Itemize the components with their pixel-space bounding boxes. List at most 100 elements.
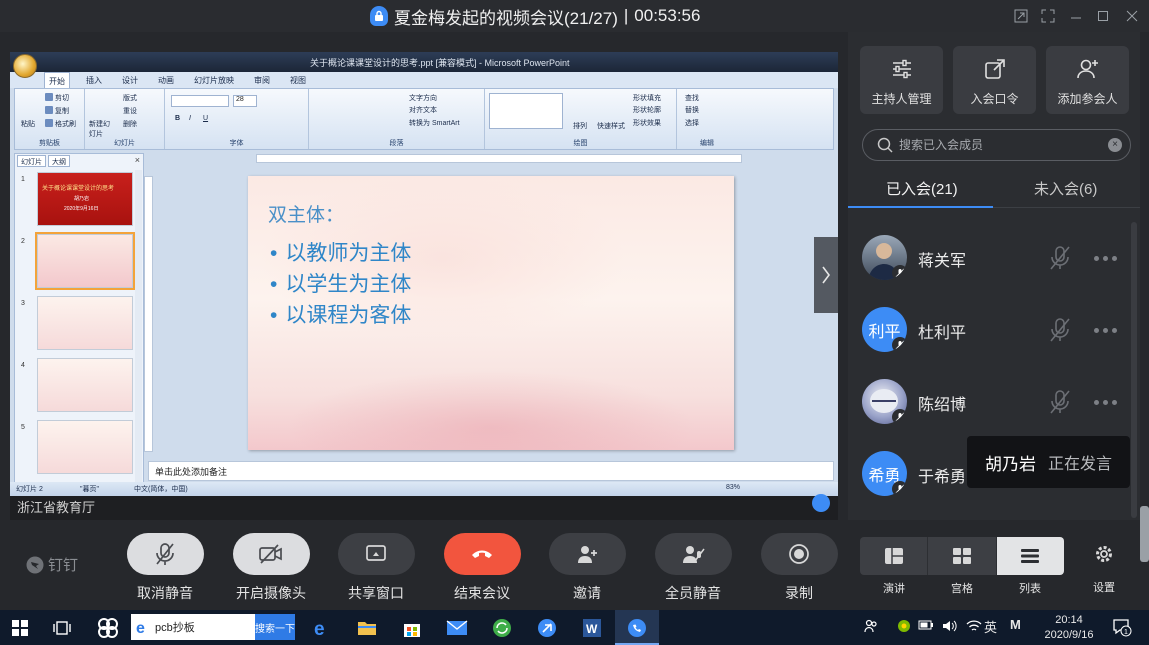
more-options-icon[interactable] (1094, 400, 1117, 405)
taskbar-app-store[interactable] (400, 616, 424, 640)
mute-all-button[interactable]: 全员静音 (648, 533, 738, 603)
member-row[interactable]: 陈绍博 (862, 376, 1132, 428)
window-edge-handle[interactable] (1140, 506, 1149, 562)
taskbar-app-mail[interactable] (445, 616, 469, 640)
ribbon-delete-button[interactable]: 删除 (123, 119, 137, 129)
taskbar-app-dingtalk-active[interactable] (615, 610, 659, 645)
ime-mode-indicator[interactable]: M (1010, 617, 1021, 632)
taskbar-app-feather[interactable] (535, 616, 559, 640)
taskbar-app-sync[interactable] (490, 616, 514, 640)
italic-icon[interactable]: I (189, 115, 191, 122)
ppt-tab-view[interactable]: 视图 (286, 72, 310, 88)
minimize-icon[interactable] (1066, 6, 1086, 26)
ribbon-shape-outline-button[interactable]: 形状轮廓 (633, 105, 661, 115)
picture-in-picture-icon[interactable] (1011, 6, 1031, 26)
slide-thumbnail-4[interactable] (37, 358, 133, 412)
ribbon-shape-fill-button[interactable]: 形状填充 (633, 93, 661, 103)
font-size-select[interactable]: 28 (233, 95, 257, 107)
camera-button[interactable]: 开启摄像头 (226, 533, 316, 603)
slide-thumbnail-5[interactable] (37, 420, 133, 474)
underline-icon[interactable]: U (203, 115, 208, 122)
ribbon-layout-button[interactable]: 版式 (123, 93, 137, 103)
font-name-select[interactable] (171, 95, 229, 107)
taskbar-search-input[interactable] (151, 616, 251, 638)
ime-language-indicator[interactable]: 英 (984, 617, 997, 636)
ppt-tab-slideshow[interactable]: 幻灯片放映 (190, 72, 238, 88)
invite-button[interactable]: 邀请 (542, 533, 632, 603)
ribbon-copy-button[interactable]: 复制 (45, 106, 69, 116)
ribbon-replace-button[interactable]: 替换 (685, 105, 699, 115)
taskbar-search-button[interactable]: 搜索一下 (255, 614, 295, 640)
ribbon-find-button[interactable]: 查找 (685, 93, 699, 103)
host-management-button[interactable]: 主持人管理 (860, 46, 943, 114)
ribbon-text-direction-button[interactable]: 文字方向 (409, 93, 437, 103)
bold-icon[interactable]: B (175, 115, 180, 122)
taskbar-app-edge[interactable]: e (310, 616, 334, 640)
mic-muted-icon[interactable] (1048, 389, 1072, 415)
layout-speaker-button[interactable] (860, 537, 929, 575)
meeting-password-button[interactable]: 入会口令 (953, 46, 1036, 114)
notes-pane[interactable]: 单击此处添加备注 (148, 461, 834, 481)
thumbnail-scrollbar[interactable] (135, 170, 142, 490)
shared-screen[interactable]: 关于概论课课堂设计的思考.ppt [兼容模式] - Microsoft Powe… (10, 52, 838, 520)
taskbar-app-word[interactable]: W (580, 616, 604, 640)
ribbon-align-text-button[interactable]: 对齐文本 (409, 105, 437, 115)
ppt-tab-review[interactable]: 审阅 (250, 72, 274, 88)
people-icon[interactable] (864, 619, 878, 636)
slide-thumbnail-2[interactable] (35, 232, 135, 290)
ribbon-shape-effects-button[interactable]: 形状效果 (633, 118, 661, 128)
tab-joined[interactable]: 已入会(21) (886, 178, 958, 199)
taskbar-clock[interactable]: 20:14 2020/9/16 (1036, 613, 1102, 643)
record-button[interactable]: 录制 (754, 533, 844, 603)
add-participant-button[interactable]: 添加参会人 (1046, 46, 1129, 114)
notification-center-icon[interactable]: 1 (1112, 617, 1132, 640)
ribbon-new-slide-button[interactable]: 新建幻灯片 (89, 119, 115, 139)
mic-muted-icon[interactable] (1048, 245, 1072, 271)
ribbon-paste-button[interactable]: 粘贴 (21, 119, 35, 129)
ppt-tab-design[interactable]: 设计 (118, 72, 142, 88)
office-button-icon[interactable] (13, 54, 37, 78)
ppt-tab-insert[interactable]: 插入 (82, 72, 106, 88)
taskbar-app-explorer[interactable] (355, 616, 379, 640)
layout-grid-button[interactable] (928, 537, 997, 575)
tab-not-joined[interactable]: 未入会(6) (1034, 178, 1097, 199)
close-icon[interactable] (1122, 6, 1142, 26)
start-button[interactable] (8, 616, 32, 640)
wifi-icon[interactable] (966, 619, 982, 636)
tab-outline[interactable]: 大纲 (48, 155, 70, 167)
expand-share-icon[interactable] (812, 494, 830, 512)
more-options-icon[interactable] (1094, 256, 1117, 261)
end-meeting-button[interactable]: 结束会议 (437, 533, 527, 603)
share-window-button[interactable]: 共享窗口 (331, 533, 421, 603)
tray-app-icon[interactable] (896, 619, 912, 636)
fullscreen-icon[interactable] (1038, 6, 1058, 26)
maximize-icon[interactable] (1093, 6, 1113, 26)
ribbon-select-button[interactable]: 选择 (685, 118, 699, 128)
current-slide[interactable]: 双主体： 以教师为主体 以学生为主体 以课程为客体 (248, 176, 734, 450)
task-view-button[interactable] (50, 616, 74, 640)
ppt-tab-home[interactable]: 开始 (44, 72, 70, 88)
more-options-icon[interactable] (1094, 328, 1117, 333)
unmute-button[interactable]: 取消静音 (120, 533, 210, 603)
ribbon-cut-button[interactable]: 剪切 (45, 93, 69, 103)
battery-icon[interactable] (918, 619, 934, 634)
member-list-scrollbar[interactable] (1131, 222, 1137, 518)
shapes-gallery[interactable] (489, 93, 563, 129)
clear-search-icon[interactable]: × (1108, 138, 1122, 152)
ribbon-format-painter-button[interactable]: 格式刷 (45, 119, 76, 129)
volume-icon[interactable] (942, 619, 958, 636)
member-row[interactable]: 蒋关军 (862, 232, 1132, 284)
slide-thumbnail-3[interactable] (37, 296, 133, 350)
settings-button[interactable]: 设置 (1084, 544, 1124, 595)
ribbon-quick-styles-button[interactable]: 快速样式 (597, 121, 625, 131)
layout-list-button[interactable] (996, 537, 1064, 575)
next-page-button[interactable] (814, 237, 838, 313)
taskbar-app-pinwheel[interactable] (96, 616, 120, 640)
tab-slides[interactable]: 幻灯片 (17, 155, 46, 167)
ribbon-arrange-button[interactable]: 排列 (573, 121, 587, 131)
mic-muted-icon[interactable] (1048, 317, 1072, 343)
pane-close-icon[interactable]: × (135, 155, 140, 165)
slide-thumbnail-1[interactable]: 关于概论课课堂设计的思考 胡乃岩 2020年9月16日 (37, 172, 133, 226)
member-row[interactable]: 利平 杜利平 (862, 304, 1132, 356)
ribbon-reset-button[interactable]: 重设 (123, 106, 137, 116)
